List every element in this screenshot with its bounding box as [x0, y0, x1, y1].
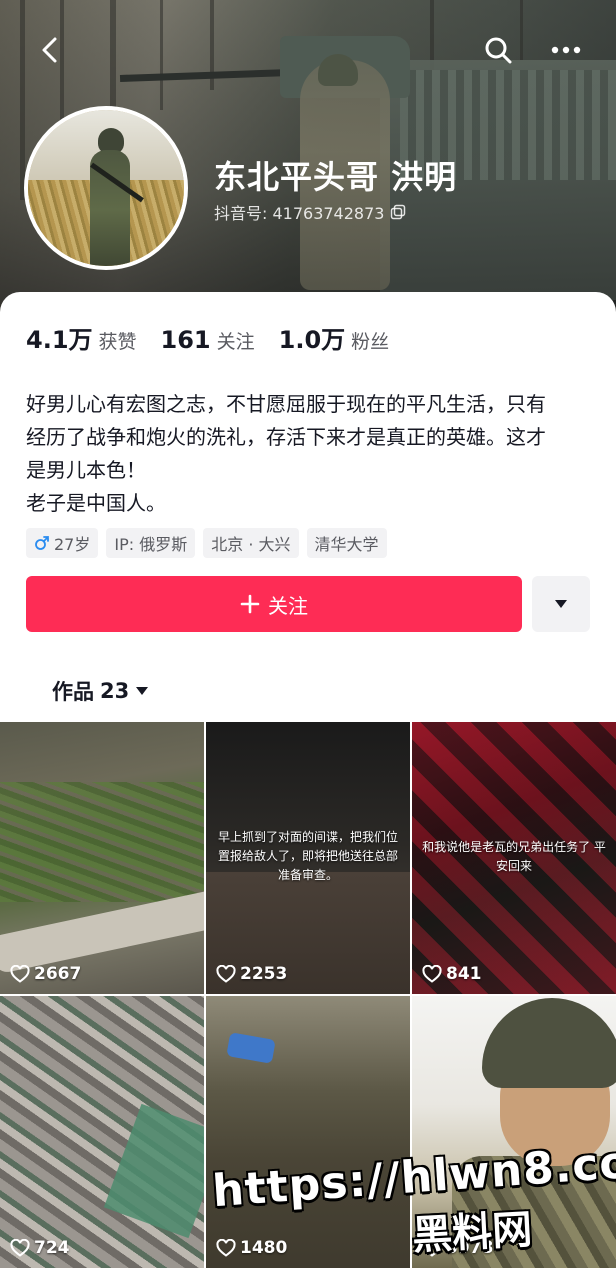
more-dots-icon	[551, 46, 581, 54]
tile-thumbnail-rubble	[103, 1103, 204, 1239]
chevron-left-icon	[42, 37, 57, 63]
stat-value: 161	[160, 326, 211, 354]
profile-page: 东北平头哥 洪明 抖音号: 41763742873 4.1万 获赞 161 关注…	[0, 0, 616, 1280]
stat-following[interactable]: 161 关注	[161, 326, 255, 354]
bio-line: 好男儿心有宏图之志，不甘愿屈服于现在的平凡生活，只有	[26, 392, 546, 416]
triangle-down-icon	[136, 687, 149, 695]
tile-thumbnail-debris	[226, 1032, 276, 1064]
video-tile[interactable]: 724	[0, 996, 204, 1268]
tag-age-label: 27岁	[54, 535, 91, 554]
tag-age: 27岁	[26, 528, 99, 558]
like-count: 2667	[34, 964, 82, 984]
heart-icon	[216, 965, 236, 983]
like-count: 841	[446, 964, 482, 984]
like-count: 2253	[240, 964, 288, 984]
heart-icon	[10, 1239, 30, 1257]
works-count: 23	[100, 679, 130, 703]
tile-thumbnail-helmet	[482, 998, 616, 1088]
profile-tags: 27岁 IP: 俄罗斯 北京 · 大兴 清华大学	[26, 528, 387, 558]
stat-label: 获赞	[98, 331, 137, 353]
banner-tree	[20, 0, 25, 200]
tile-like-count: 841	[422, 964, 482, 984]
like-count: 1480	[240, 1238, 288, 1258]
works-label: 作品	[52, 680, 94, 704]
back-button[interactable]	[30, 30, 70, 70]
stat-value: 1.0万	[278, 326, 346, 354]
watermark-brand: 黑料网	[411, 1206, 534, 1260]
heart-icon	[216, 1239, 236, 1257]
plus-icon	[240, 594, 260, 614]
tile-like-count: 1480	[216, 1238, 287, 1258]
douyin-id: 抖音号: 41763742873	[214, 204, 385, 223]
banner-tree	[160, 0, 163, 110]
stat-likes[interactable]: 4.1万 获赞	[26, 320, 137, 355]
tag-ip: IP: 俄罗斯	[106, 528, 196, 558]
tile-caption: 早上抓到了对面的间谍，把我们位置报给敌人了，即将把他送往总部准备审查。	[217, 830, 398, 882]
copy-icon[interactable]	[390, 204, 406, 220]
bio-line: 经历了战争和炮火的洗礼，存活下来才是真正的英雄。这才	[26, 425, 546, 449]
video-tile[interactable]: 早上抓到了对面的间谍，把我们位置报给敌人了，即将把他送往总部准备审查。 2253	[206, 722, 410, 994]
tab-works[interactable]: 作品 23	[52, 676, 149, 706]
search-button[interactable]	[478, 30, 518, 70]
banner-gun	[119, 69, 291, 82]
like-count: 724	[34, 1238, 70, 1258]
male-icon	[34, 535, 50, 551]
tile-like-count: 2667	[10, 964, 81, 984]
douyin-id-row: 抖音号: 41763742873	[214, 200, 406, 224]
follow-button[interactable]: 关注	[26, 576, 522, 632]
bio-line: 老子是中国人。	[26, 491, 166, 515]
heart-icon	[10, 965, 30, 983]
nickname: 东北平头哥 洪明	[214, 158, 458, 196]
tag-school: 清华大学	[306, 528, 387, 558]
stat-label: 粉丝	[351, 331, 390, 353]
follow-button-label: 关注	[268, 593, 308, 618]
stat-followers[interactable]: 1.0万 粉丝	[279, 320, 390, 355]
stats-row: 4.1万 获赞 161 关注 1.0万 粉丝	[26, 320, 389, 355]
search-icon	[485, 37, 512, 64]
bio: 好男儿心有宏图之志，不甘愿屈服于现在的平凡生活，只有 经历了战争和炮火的洗礼，存…	[26, 388, 596, 520]
heart-icon	[422, 965, 442, 983]
recommend-dropdown-button[interactable]	[532, 576, 590, 632]
video-tile[interactable]: 和我说他是老瓦的兄弟出任务了 平安回来 841	[412, 722, 616, 994]
tile-thumbnail-grass	[0, 782, 204, 902]
tile-like-count: 2253	[216, 964, 287, 984]
banner-tree	[520, 0, 523, 60]
avatar[interactable]	[24, 106, 188, 270]
tile-like-count: 724	[10, 1238, 70, 1258]
banner-soldier-helmet	[318, 54, 358, 86]
profile-card: 4.1万 获赞 161 关注 1.0万 粉丝 好男儿心有宏图之志，不甘愿屈服于现…	[0, 292, 616, 722]
video-tile[interactable]: 1480	[206, 996, 410, 1268]
tag-location: 北京 · 大兴	[203, 528, 299, 558]
bio-line: 是男儿本色！	[26, 458, 146, 482]
stat-value: 4.1万	[26, 326, 93, 354]
video-tile[interactable]: 2667	[0, 722, 204, 994]
more-button[interactable]	[546, 30, 586, 70]
triangle-down-icon	[555, 600, 567, 608]
tile-caption: 和我说他是老瓦的兄弟出任务了 平安回来	[422, 840, 606, 873]
stat-label: 关注	[216, 331, 255, 353]
